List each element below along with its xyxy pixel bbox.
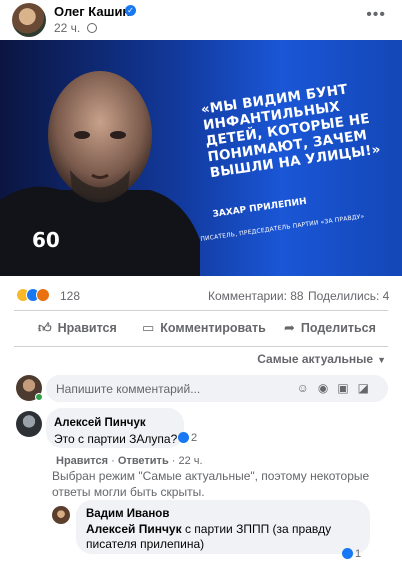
reply-author-avatar[interactable] bbox=[52, 506, 70, 524]
share-button-label: Поделиться bbox=[300, 321, 376, 335]
verified-badge-icon: ✓ bbox=[125, 5, 136, 16]
post-time[interactable]: 22 ч. bbox=[54, 21, 80, 35]
online-status-indicator bbox=[35, 393, 43, 401]
sticker-icon[interactable]: ◪ bbox=[358, 381, 378, 395]
more-options-button[interactable]: ••• bbox=[366, 6, 386, 24]
comment-button-label: Комментировать bbox=[160, 321, 266, 335]
comment-like-count[interactable]: 2 bbox=[178, 432, 197, 444]
comment-text: Это с партии ЗАлупа? bbox=[54, 432, 178, 446]
angry-reaction-icon[interactable] bbox=[36, 288, 50, 302]
post-image[interactable]: «МЫ ВИДИМ БУНТ ИНФАНТИЛЬНЫХ ДЕТЕЙ, КОТОР… bbox=[0, 40, 402, 276]
post-meta: 22 ч. bbox=[54, 21, 97, 35]
gif-icon[interactable]: ▣ bbox=[337, 381, 357, 395]
share-arrow-icon: ➦ bbox=[284, 320, 295, 335]
post-author[interactable]: Олег Кашин bbox=[54, 4, 130, 19]
comments-count-link[interactable]: Комментарии: 88 bbox=[208, 289, 304, 303]
reply-mention[interactable]: Алексей Пинчук bbox=[86, 522, 182, 536]
comment-author[interactable]: Алексей Пинчук bbox=[54, 417, 146, 429]
author-avatar[interactable] bbox=[12, 3, 46, 37]
like-reaction-icon bbox=[342, 548, 353, 559]
share-button[interactable]: ➦ Поделиться bbox=[284, 320, 376, 336]
comment-sort-dropdown[interactable]: Самые актуальные ▼ bbox=[257, 352, 386, 366]
reaction-count[interactable]: 128 bbox=[60, 289, 80, 303]
comment-like-number: 2 bbox=[191, 432, 198, 444]
image-quote: «МЫ ВИДИМ БУНТ ИНФАНТИЛЬНЫХ ДЕТЕЙ, КОТОР… bbox=[200, 81, 382, 182]
reactions-bar: 128 Комментарии: 88 Поделились: 4 bbox=[16, 286, 390, 304]
comment-reply-link[interactable]: Ответить bbox=[118, 455, 169, 467]
divider bbox=[14, 310, 388, 311]
thumbs-up-icon: 👍︎ bbox=[38, 320, 52, 335]
comment-bubble: Алексей Пинчук Это с партии ЗАлупа? bbox=[46, 408, 184, 448]
comment-author-avatar[interactable] bbox=[16, 411, 42, 437]
like-button[interactable]: 👍︎ Нравится bbox=[38, 320, 117, 336]
channel-logo: 60 bbox=[32, 228, 70, 258]
post-action-bar: 👍︎ Нравится ▭ Комментировать ➦ Поделиться bbox=[14, 312, 388, 346]
speaker-photo bbox=[0, 71, 200, 276]
comment-like-link[interactable]: Нравится bbox=[56, 455, 108, 467]
globe-icon bbox=[86, 23, 97, 33]
comment-input-tools: ☺◉▣◪ bbox=[297, 381, 378, 395]
reply-like-count[interactable]: 1 bbox=[342, 548, 361, 560]
divider bbox=[14, 346, 388, 347]
hidden-replies-note: Выбран режим "Самые актуальные", поэтому… bbox=[52, 469, 370, 499]
reply-like-number: 1 bbox=[355, 548, 362, 560]
comment-time[interactable]: 22 ч. bbox=[179, 455, 203, 467]
camera-icon[interactable]: ◉ bbox=[318, 381, 337, 395]
channel-number: 60 bbox=[32, 228, 60, 252]
caret-down-icon: ▼ bbox=[377, 355, 386, 365]
reply-text: Алексей Пинчук с партии ЗППП (за правду … bbox=[86, 522, 356, 552]
shares-count-link[interactable]: Поделились: 4 bbox=[308, 289, 389, 303]
emoji-icon[interactable]: ☺ bbox=[297, 381, 318, 395]
post-header: Олег Кашин ✓ 22 ч. ••• bbox=[0, 0, 402, 40]
reply-bubble: Вадим Иванов Алексей Пинчук с партии ЗПП… bbox=[76, 500, 370, 554]
comment-button[interactable]: ▭ Комментировать bbox=[142, 320, 266, 336]
like-button-label: Нравится bbox=[57, 321, 117, 335]
sort-label: Самые актуальные bbox=[257, 352, 374, 366]
reply-author[interactable]: Вадим Иванов bbox=[86, 508, 169, 520]
comment-bubble-icon: ▭ bbox=[142, 320, 155, 335]
like-reaction-icon bbox=[178, 432, 189, 443]
image-speaker: ЗАХАР ПРИЛЕПИН bbox=[212, 196, 308, 220]
comment-actions: Нравится · Ответить · 22 ч. bbox=[56, 455, 203, 467]
comment-input-placeholder: Напишите комментарий... bbox=[56, 382, 201, 396]
comment-input[interactable]: Напишите комментарий... ☺◉▣◪ bbox=[46, 375, 388, 402]
